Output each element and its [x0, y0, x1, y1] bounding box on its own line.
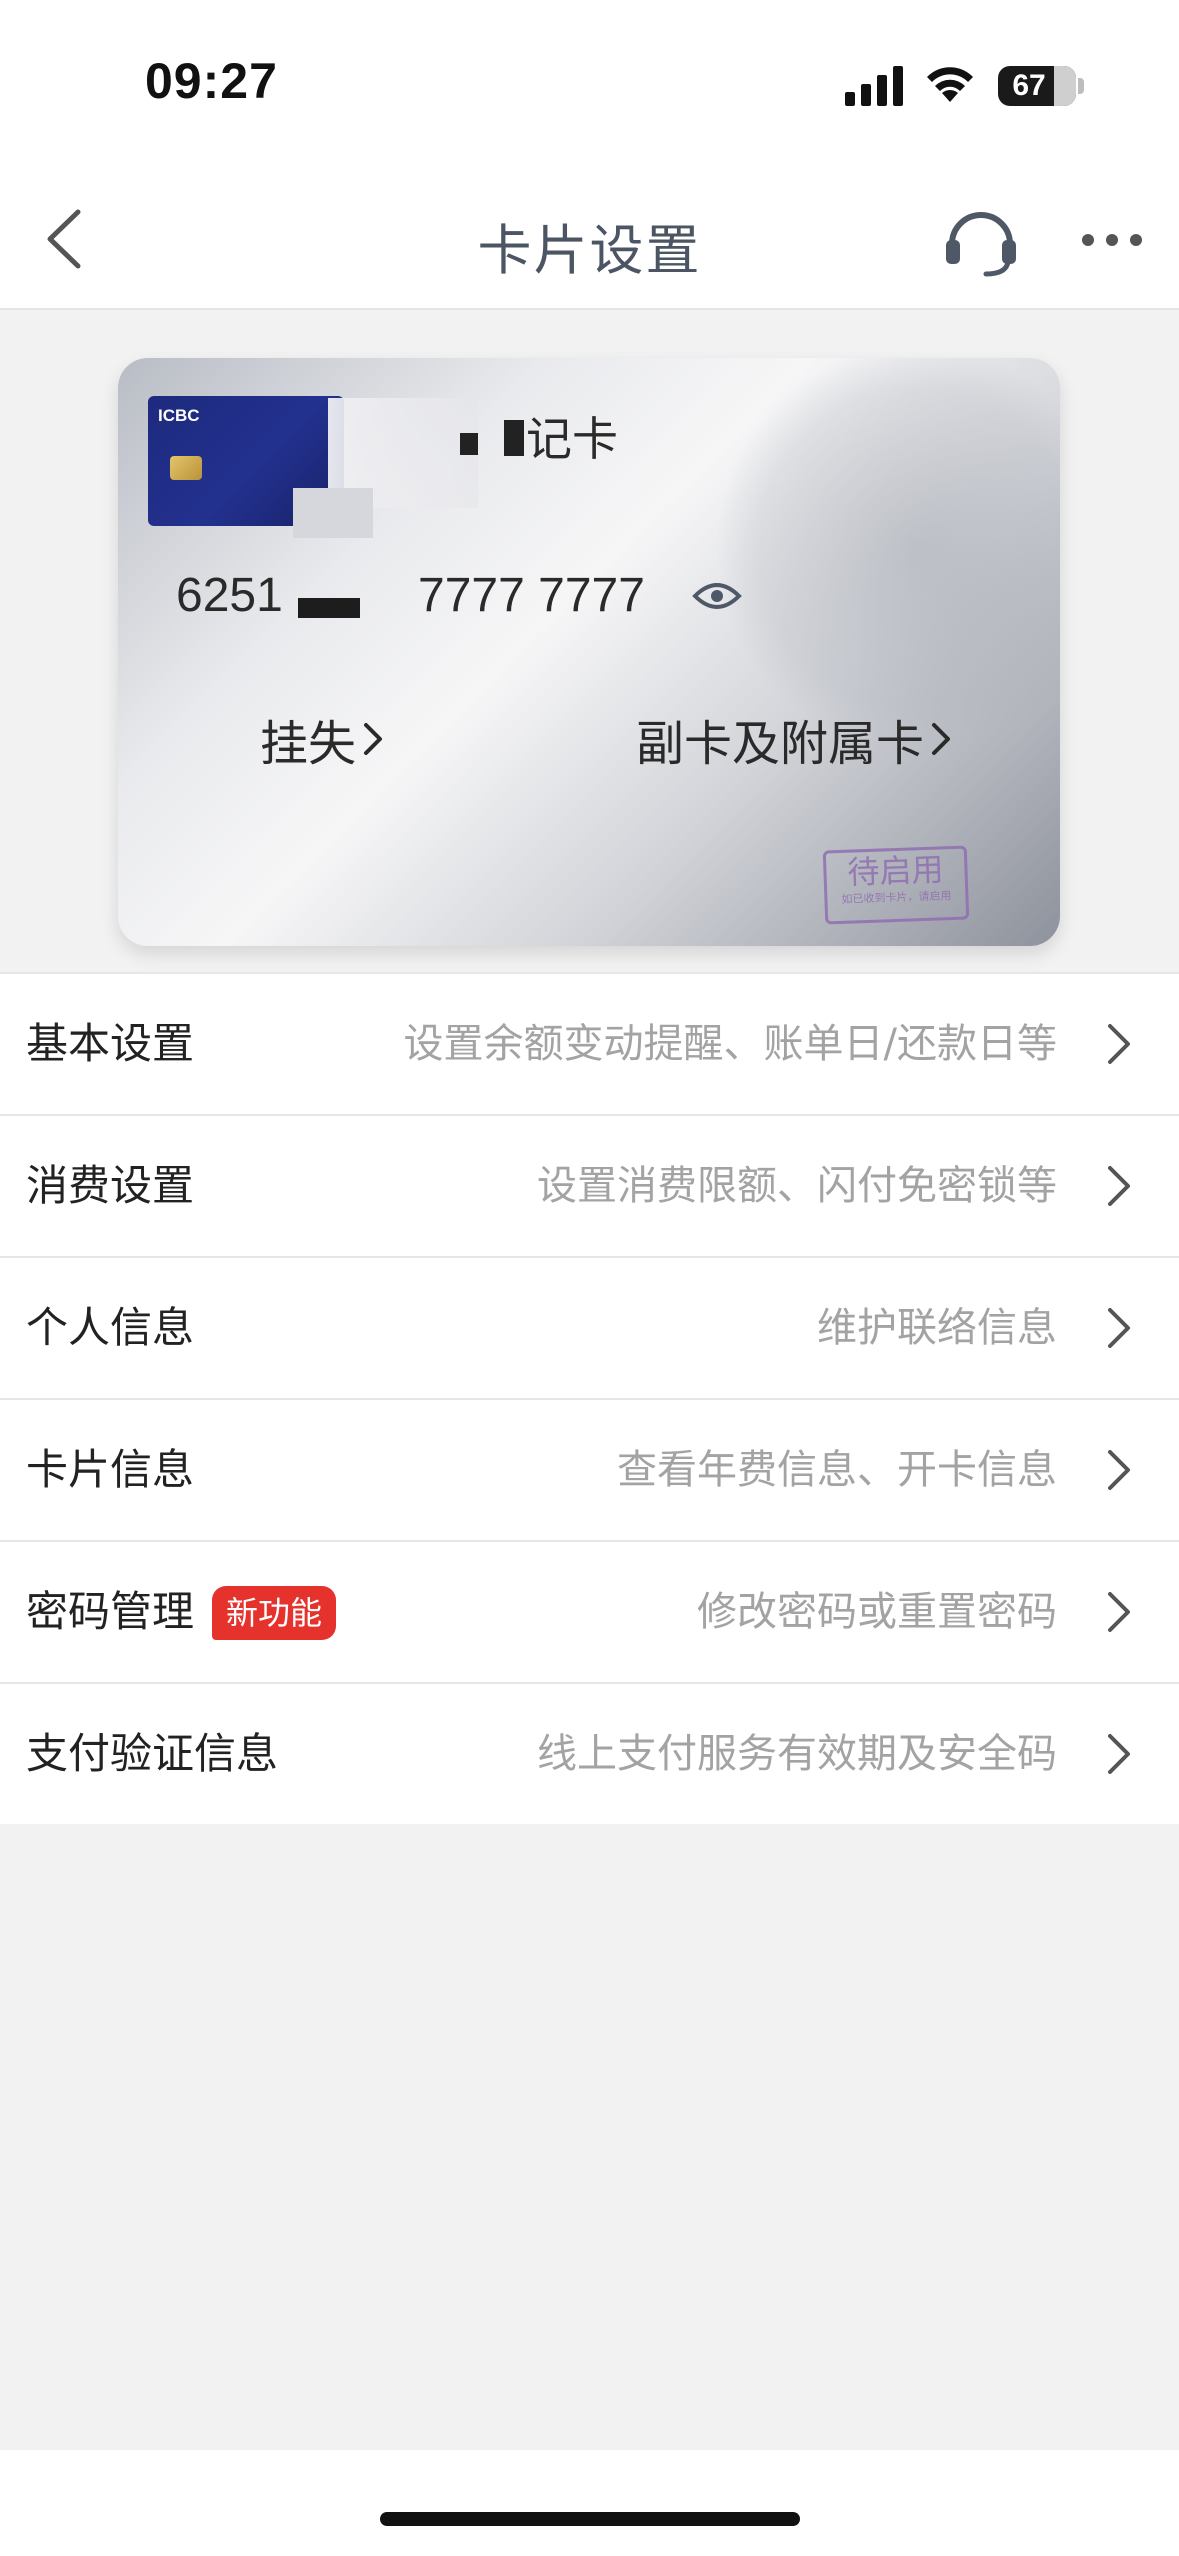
settings-row-basic[interactable]: 基本设置 设置余额变动提醒、账单日/还款日等: [0, 972, 1179, 1114]
settings-row-payment-verification[interactable]: 支付验证信息 线上支付服务有效期及安全码: [0, 1682, 1179, 1824]
cellular-signal-icon: [845, 66, 903, 106]
card-chip: [170, 456, 202, 480]
headset-icon[interactable]: [942, 200, 1020, 280]
privacy-mosaic: [293, 488, 373, 538]
settings-row-personal-info[interactable]: 个人信息 维护联络信息: [0, 1256, 1179, 1398]
more-dots-icon[interactable]: [1080, 220, 1144, 260]
row-description: 维护联络信息: [817, 1305, 1057, 1351]
privacy-mask: [504, 420, 524, 456]
chevron-right-icon: [932, 723, 951, 755]
settings-list: 基本设置 设置余额变动提醒、账单日/还款日等 消费设置 设置消费限额、闪付免密锁…: [0, 972, 1179, 1824]
row-description: 设置余额变动提醒、账单日/还款日等: [403, 1021, 1057, 1067]
row-title: 消费设置: [26, 1161, 195, 1210]
bottom-safe-area: [0, 2450, 1179, 2556]
row-title: 个人信息: [26, 1303, 195, 1352]
card-thumbnail-logo: ICBC: [158, 406, 200, 425]
settings-row-card-info[interactable]: 卡片信息 查看年费信息、开卡信息: [0, 1398, 1179, 1540]
row-description: 线上支付服务有效期及安全码: [537, 1731, 1057, 1777]
sub-cards-link[interactable]: 副卡及附属卡: [636, 704, 952, 774]
chevron-right-icon: [1108, 1166, 1130, 1206]
pending-activation-stamp: 待启用 如已收到卡片，请启用: [822, 845, 970, 925]
chevron-right-icon: [1108, 1450, 1130, 1490]
status-bar: 09:27 67: [0, 0, 1179, 170]
battery-icon: 67: [998, 66, 1076, 106]
card-number-suffix: 7777 7777: [418, 569, 645, 622]
stamp-main-text: 待启用: [846, 850, 945, 892]
card-watermark: [718, 358, 1060, 758]
card-number-mask: [298, 598, 360, 618]
status-time: 09:27: [145, 53, 278, 109]
privacy-mask: [460, 433, 478, 455]
row-description: 查看年费信息、开卡信息: [617, 1447, 1057, 1493]
sub-cards-label: 副卡及附属卡: [636, 716, 925, 772]
chevron-right-icon: [1108, 1308, 1130, 1348]
battery-level: 67: [1012, 69, 1046, 102]
wifi-icon: [927, 67, 973, 102]
row-title: 基本设置: [26, 1019, 195, 1068]
report-loss-link[interactable]: 挂失: [260, 704, 384, 774]
report-loss-label: 挂失: [260, 716, 357, 772]
row-title: 支付验证信息: [26, 1729, 279, 1778]
bank-card: ICBC 记卡 6251 7777 7777 挂失 副卡及附属卡 待启用 如已收…: [118, 358, 1060, 946]
card-name: 记卡: [526, 412, 618, 466]
new-feature-badge: 新功能: [212, 1586, 337, 1640]
row-title: 密码管理: [26, 1587, 195, 1636]
settings-row-password[interactable]: 密码管理 新功能 修改密码或重置密码: [0, 1540, 1179, 1682]
chevron-right-icon: [1108, 1024, 1130, 1064]
home-indicator[interactable]: [380, 2512, 800, 2526]
nav-bar: 卡片设置: [0, 170, 1179, 310]
chevron-right-icon: [364, 723, 383, 755]
row-title: 卡片信息: [26, 1445, 195, 1494]
row-description: 修改密码或重置密码: [697, 1589, 1057, 1635]
chevron-right-icon: [1108, 1592, 1130, 1632]
row-description: 设置消费限额、闪付免密锁等: [537, 1163, 1057, 1209]
settings-row-consumption[interactable]: 消费设置 设置消费限额、闪付免密锁等: [0, 1114, 1179, 1256]
eye-icon[interactable]: [692, 576, 742, 616]
card-number-prefix: 6251: [176, 569, 283, 622]
chevron-right-icon: [1108, 1734, 1130, 1774]
